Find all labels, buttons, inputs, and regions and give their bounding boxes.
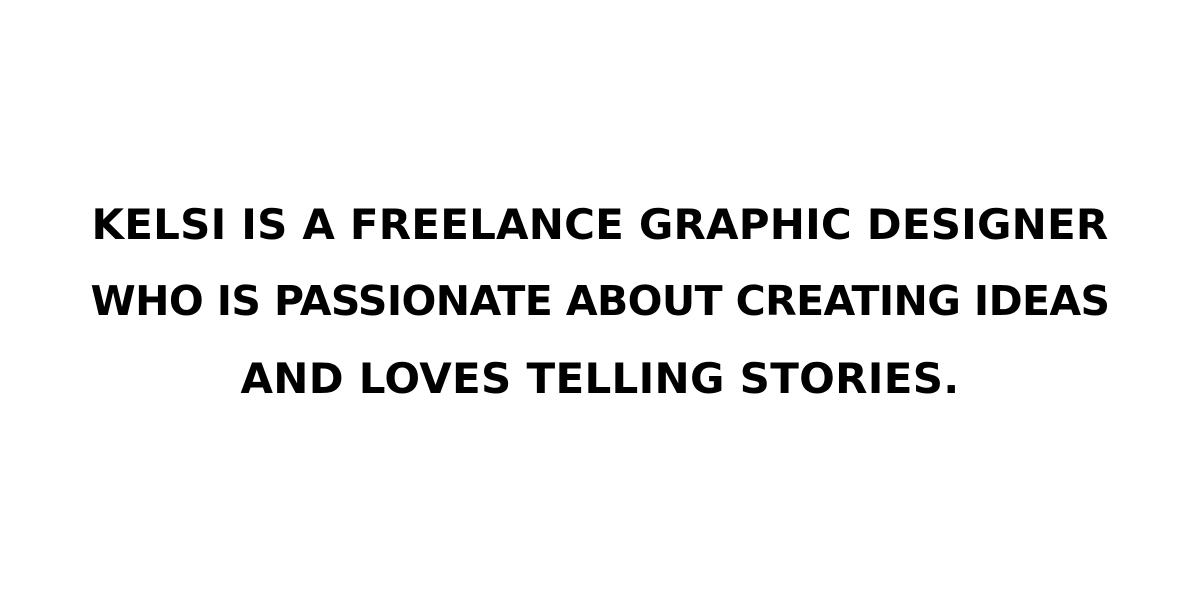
- canvas: KELSI IS A FREELANCE GRAPHIC DESIGNER WH…: [0, 0, 1200, 600]
- bio-line-3: AND LOVES TELLING STORIES.: [240, 354, 960, 403]
- bio-statement: KELSI IS A FREELANCE GRAPHIC DESIGNER WH…: [0, 186, 1200, 417]
- bio-line-1: KELSI IS A FREELANCE GRAPHIC DESIGNER: [91, 200, 1109, 249]
- bio-line-2: WHO IS PASSIONATE ABOUT CREATING IDEAS: [90, 277, 1111, 325]
